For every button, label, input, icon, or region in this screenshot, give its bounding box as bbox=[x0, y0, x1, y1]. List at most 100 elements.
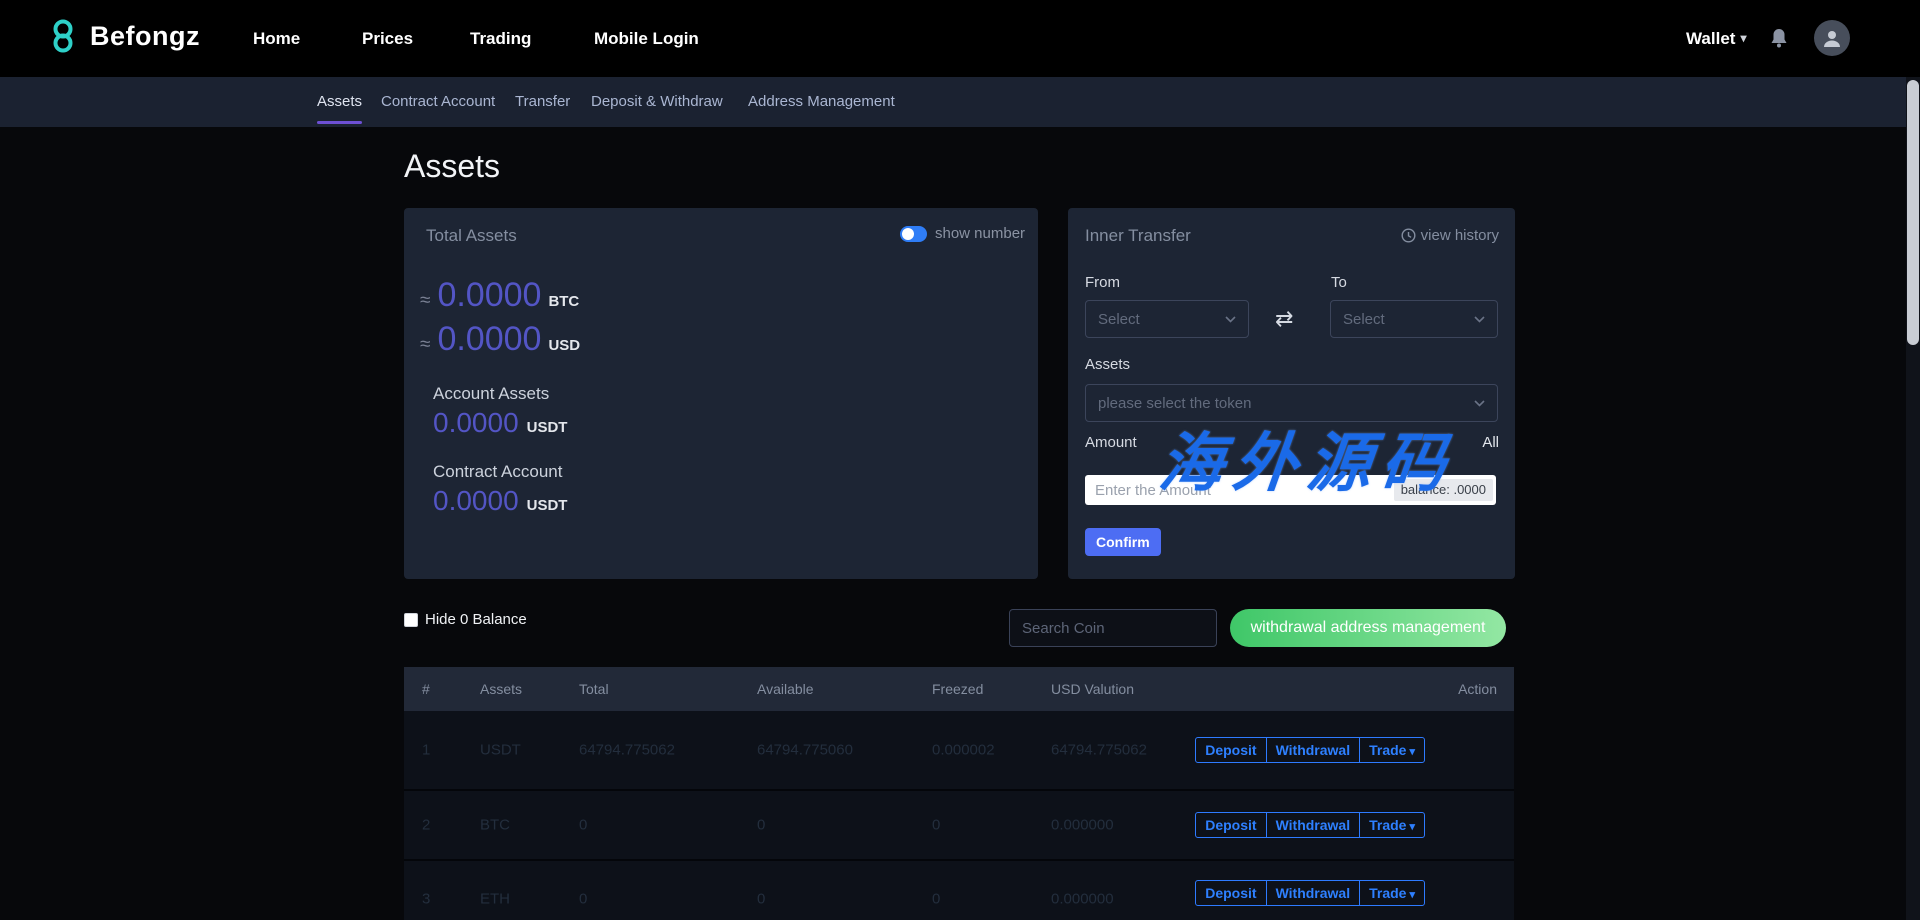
row-freezed: 0 bbox=[932, 816, 941, 834]
header-index: # bbox=[422, 681, 430, 697]
header-available: Available bbox=[757, 681, 814, 697]
row-actions: Deposit Withdrawal Trade ▾ bbox=[1195, 812, 1425, 838]
withdrawal-button[interactable]: Withdrawal bbox=[1265, 880, 1361, 906]
contract-account-unit: USDT bbox=[526, 497, 568, 514]
account-assets-value: 0.0000 bbox=[433, 407, 519, 438]
hide-zero-label: Hide 0 Balance bbox=[425, 611, 527, 628]
chevron-down-icon bbox=[1474, 315, 1485, 323]
account-assets-unit: USDT bbox=[526, 419, 568, 436]
balance-badge: balance: .0000 bbox=[1393, 479, 1493, 501]
user-avatar[interactable] bbox=[1814, 20, 1850, 56]
table-row: 1 USDT 64794.775062 64794.775060 0.00000… bbox=[404, 711, 1514, 789]
token-select[interactable]: please select the token bbox=[1085, 384, 1498, 422]
scrollbar-track[interactable] bbox=[1906, 77, 1920, 920]
caret-down-icon: ▾ bbox=[1409, 821, 1415, 833]
row-asset: BTC bbox=[480, 816, 510, 834]
row-available: 64794.775060 bbox=[757, 741, 853, 759]
trade-label: Trade bbox=[1369, 817, 1407, 833]
subnav-address-management[interactable]: Address Management bbox=[748, 77, 895, 127]
deposit-button[interactable]: Deposit bbox=[1195, 737, 1267, 763]
to-select[interactable]: Select bbox=[1330, 300, 1498, 338]
deposit-button[interactable]: Deposit bbox=[1195, 880, 1267, 906]
brand[interactable]: Befongz bbox=[48, 18, 200, 54]
table-header: # Assets Total Available Freezed USD Val… bbox=[404, 667, 1514, 711]
nav-trading[interactable]: Trading bbox=[470, 0, 531, 77]
row-index: 3 bbox=[422, 890, 431, 908]
swap-direction-icon[interactable]: ⇄ bbox=[1275, 306, 1293, 332]
btc-total-line: ≈ 0.0000 BTC bbox=[420, 276, 579, 315]
inner-transfer-card: Inner Transfer view history From To Sele… bbox=[1068, 208, 1515, 579]
row-available: 0 bbox=[757, 890, 766, 908]
account-assets-line: 0.0000 USDT bbox=[433, 407, 567, 439]
nav-prices[interactable]: Prices bbox=[362, 0, 413, 77]
withdrawal-address-management-button[interactable]: withdrawal address management bbox=[1230, 609, 1506, 647]
contract-account-value: 0.0000 bbox=[433, 485, 519, 516]
row-index: 1 bbox=[422, 741, 431, 759]
page-title: Assets bbox=[404, 148, 501, 184]
brand-name: Befongz bbox=[90, 20, 200, 51]
show-number-row: show number bbox=[900, 225, 1025, 242]
contract-account-line: 0.0000 USDT bbox=[433, 485, 567, 517]
assets-label: Assets bbox=[1085, 356, 1131, 373]
account-assets-label: Account Assets bbox=[433, 384, 550, 403]
contract-account-label: Contract Account bbox=[433, 462, 563, 481]
row-usd: 0.000000 bbox=[1051, 816, 1114, 834]
search-coin-input[interactable] bbox=[1009, 609, 1217, 647]
row-available: 0 bbox=[757, 816, 766, 834]
view-history-link[interactable]: view history bbox=[1401, 227, 1499, 244]
header-assets: Assets bbox=[480, 681, 523, 697]
trade-dropdown-button[interactable]: Trade ▾ bbox=[1359, 737, 1425, 763]
approx-icon: ≈ bbox=[420, 334, 431, 355]
from-select-value: Select bbox=[1098, 310, 1140, 328]
row-actions: Deposit Withdrawal Trade ▾ bbox=[1195, 880, 1425, 906]
hide-zero-checkbox[interactable] bbox=[404, 612, 418, 627]
subnav-assets[interactable]: Assets bbox=[317, 77, 362, 127]
from-label: From bbox=[1085, 274, 1120, 291]
scrollbar-thumb[interactable] bbox=[1907, 80, 1919, 345]
subnav-deposit-withdraw[interactable]: Deposit & Withdraw bbox=[591, 77, 723, 127]
nav-mobile-login[interactable]: Mobile Login bbox=[594, 0, 699, 77]
assets-table: # Assets Total Available Freezed USD Val… bbox=[404, 667, 1514, 920]
confirm-button[interactable]: Confirm bbox=[1085, 528, 1161, 556]
nav-home[interactable]: Home bbox=[253, 0, 300, 77]
amount-all-link[interactable]: All bbox=[1482, 434, 1499, 451]
usd-total-line: ≈ 0.0000 USD bbox=[420, 320, 580, 359]
subnav-transfer[interactable]: Transfer bbox=[515, 77, 570, 127]
amount-label: Amount bbox=[1085, 434, 1137, 451]
to-select-value: Select bbox=[1343, 310, 1385, 328]
row-total: 0 bbox=[579, 890, 588, 908]
row-freezed: 0.000002 bbox=[932, 741, 995, 759]
trade-dropdown-button[interactable]: Trade ▾ bbox=[1359, 880, 1425, 906]
total-assets-card: Total Assets show number ≈ 0.0000 BTC ≈ … bbox=[404, 208, 1038, 579]
withdrawal-button[interactable]: Withdrawal bbox=[1265, 812, 1361, 838]
token-select-value: please select the token bbox=[1098, 394, 1252, 412]
chevron-down-icon bbox=[1474, 399, 1485, 407]
table-row: 2 BTC 0 0 0 0.000000 Deposit Withdrawal … bbox=[404, 789, 1514, 859]
notifications-bell-icon[interactable] bbox=[1770, 28, 1788, 48]
deposit-button[interactable]: Deposit bbox=[1195, 812, 1267, 838]
trade-label: Trade bbox=[1369, 885, 1407, 901]
show-number-label: show number bbox=[935, 225, 1026, 242]
row-asset: ETH bbox=[480, 890, 510, 908]
show-number-toggle[interactable] bbox=[900, 225, 927, 242]
withdrawal-button[interactable]: Withdrawal bbox=[1265, 737, 1361, 763]
header-usd-valution: USD Valution bbox=[1051, 681, 1135, 697]
chevron-down-icon bbox=[1225, 315, 1236, 323]
caret-down-icon: ▾ bbox=[1740, 31, 1747, 45]
to-label: To bbox=[1331, 274, 1347, 291]
row-usd: 0.000000 bbox=[1051, 890, 1114, 908]
wallet-menu[interactable]: Wallet ▾ bbox=[1686, 0, 1746, 77]
row-usd: 64794.775062 bbox=[1051, 741, 1147, 759]
header-total: Total bbox=[579, 681, 609, 697]
caret-down-icon: ▾ bbox=[1409, 889, 1415, 901]
table-row: 3 ETH 0 0 0 0.000000 Deposit Withdrawal … bbox=[404, 859, 1514, 920]
usd-total-value: 0.0000 bbox=[437, 320, 542, 358]
trade-dropdown-button[interactable]: Trade ▾ bbox=[1359, 812, 1425, 838]
total-assets-title: Total Assets bbox=[426, 226, 517, 245]
row-index: 2 bbox=[422, 816, 431, 834]
usd-unit: USD bbox=[548, 337, 581, 354]
top-navbar: Befongz Home Prices Trading Mobile Login… bbox=[0, 0, 1920, 77]
user-icon bbox=[1824, 31, 1840, 47]
from-select[interactable]: Select bbox=[1085, 300, 1249, 338]
subnav-contract-account[interactable]: Contract Account bbox=[381, 77, 495, 127]
